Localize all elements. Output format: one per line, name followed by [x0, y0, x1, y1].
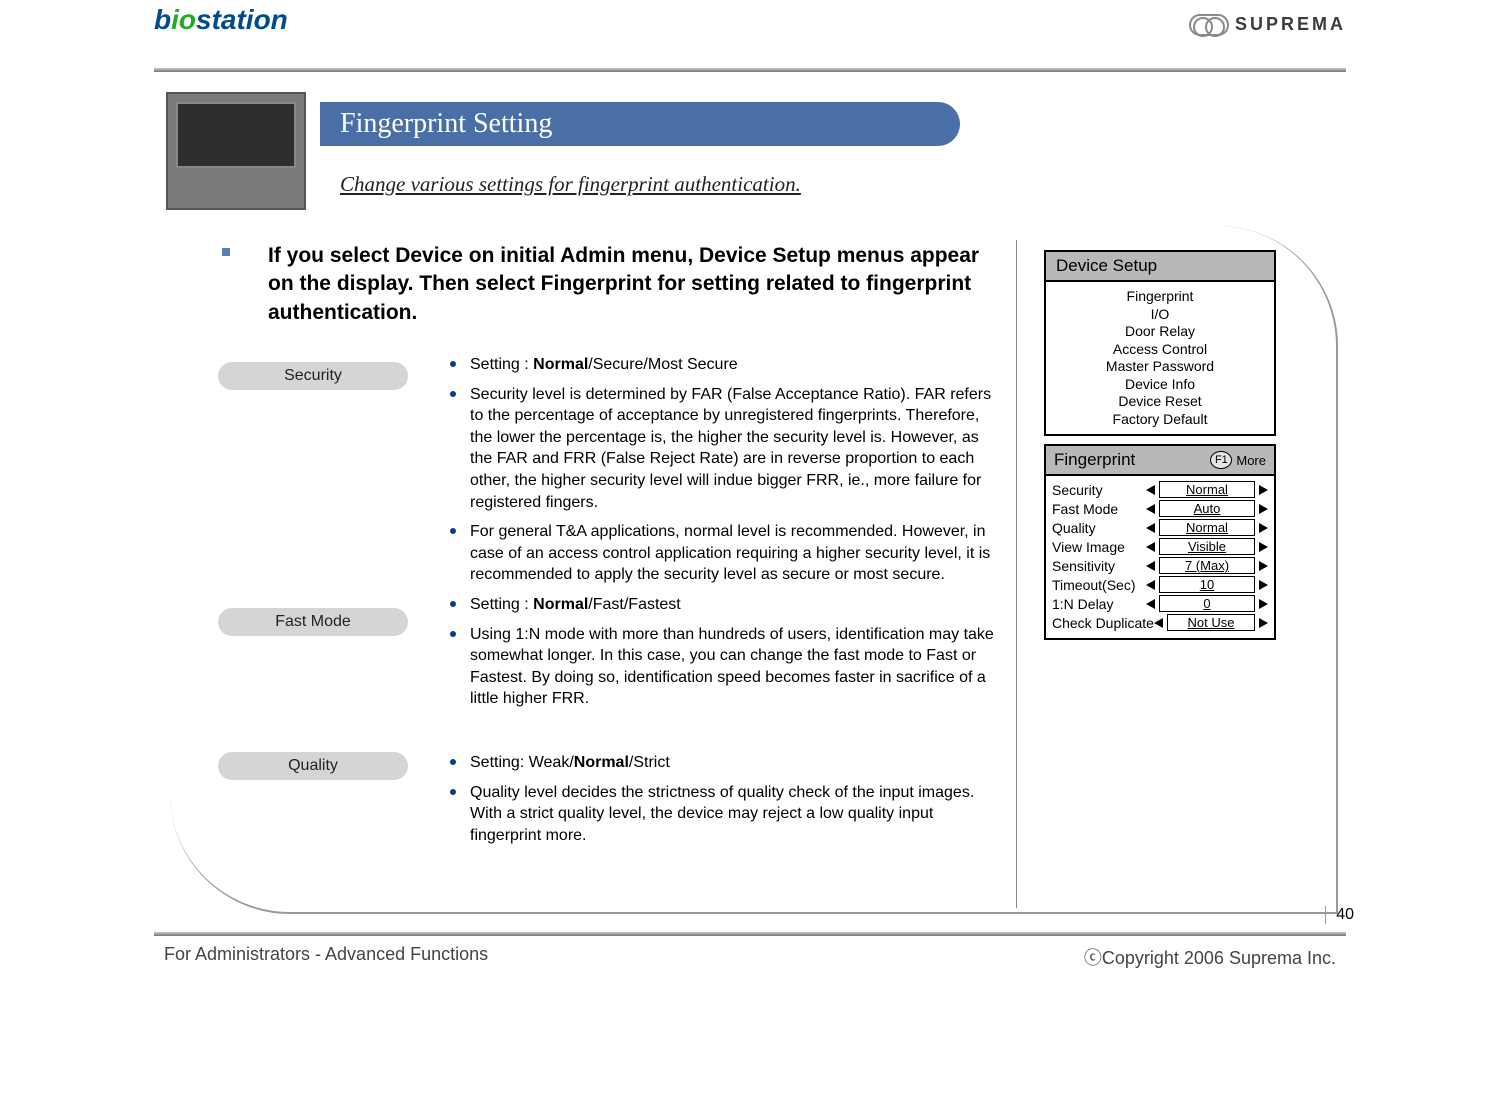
device-setup-list: Fingerprint I/O Door Relay Access Contro… [1046, 282, 1274, 434]
fingerprint-row: 1:N Delay 0 [1052, 594, 1268, 613]
device-setup-item[interactable]: Device Info [1046, 376, 1274, 394]
device-setup-item[interactable]: Door Relay [1046, 323, 1274, 341]
row-value[interactable]: Visible [1159, 538, 1255, 555]
left-arrow-icon[interactable] [1146, 580, 1155, 590]
fingerprint-row: Timeout(Sec) 10 [1052, 575, 1268, 594]
row-label: Security [1052, 482, 1146, 498]
footer-right: ⓒCopyright 2006 Suprema Inc. [1084, 944, 1336, 970]
security-desc-2: For general T&A applications, normal lev… [470, 521, 1004, 586]
fingerprint-row: Sensitivity 7 (Max) [1052, 556, 1268, 575]
more-button[interactable]: F1 More [1210, 451, 1266, 469]
right-arrow-icon[interactable] [1259, 485, 1268, 495]
right-arrow-icon[interactable] [1259, 580, 1268, 590]
pill-quality: Quality [218, 752, 408, 780]
footer-divider [154, 932, 1346, 936]
f1-icon: F1 [1210, 451, 1232, 469]
lead-paragraph: If you select Device on initial Admin me… [268, 242, 988, 327]
device-setup-item[interactable]: Factory Default [1046, 411, 1274, 429]
device-setup-box: Device Setup Fingerprint I/O Door Relay … [1044, 250, 1276, 436]
left-arrow-icon[interactable] [1154, 618, 1163, 628]
page-number: 40 [1325, 906, 1354, 924]
header-divider [154, 68, 1346, 72]
right-arrow-icon[interactable] [1259, 504, 1268, 514]
row-value[interactable]: Normal [1159, 519, 1255, 536]
security-setting-line: Setting : Normal/Secure/Most Secure [470, 354, 1004, 376]
quality-desc: Quality level decides the strictness of … [470, 782, 1004, 847]
row-label: Fast Mode [1052, 501, 1146, 517]
row-label: Sensitivity [1052, 558, 1146, 574]
device-thumbnail [166, 92, 306, 210]
fastmode-desc: Using 1:N mode with more than hundreds o… [470, 624, 1004, 710]
pill-security: Security [218, 362, 408, 390]
fingerprint-row: Security Normal [1052, 480, 1268, 499]
left-arrow-icon[interactable] [1146, 523, 1155, 533]
device-setup-item[interactable]: Access Control [1046, 341, 1274, 359]
row-value[interactable]: Auto [1159, 500, 1255, 517]
right-arrow-icon[interactable] [1259, 523, 1268, 533]
row-label: Quality [1052, 520, 1146, 536]
row-label: 1:N Delay [1052, 596, 1146, 612]
section-security: Setting : Normal/Secure/Most Secure Secu… [444, 354, 1004, 594]
fingerprint-row: Quality Normal [1052, 518, 1268, 537]
left-arrow-icon[interactable] [1146, 561, 1155, 571]
pill-fast-mode: Fast Mode [218, 608, 408, 636]
row-label: Timeout(Sec) [1052, 577, 1146, 593]
device-setup-item[interactable]: Master Password [1046, 358, 1274, 376]
infinity-icon [1189, 14, 1229, 36]
quality-setting-line: Setting: Weak/Normal/Strict [470, 752, 1004, 774]
right-arrow-icon[interactable] [1259, 618, 1268, 628]
vertical-divider [1016, 240, 1017, 908]
page-subtitle: Change various settings for fingerprint … [340, 172, 801, 197]
right-arrow-icon[interactable] [1259, 561, 1268, 571]
left-arrow-icon[interactable] [1146, 504, 1155, 514]
fingerprint-title: Fingerprint [1054, 450, 1135, 470]
footer-left: For Administrators - Advanced Functions [164, 944, 488, 965]
section-quality: Setting: Weak/Normal/Strict Quality leve… [444, 752, 1004, 854]
left-arrow-icon[interactable] [1146, 542, 1155, 552]
row-value[interactable]: 7 (Max) [1159, 557, 1255, 574]
device-setup-item[interactable]: Fingerprint [1046, 288, 1274, 306]
suprema-logo: SUPREMA [1189, 14, 1346, 36]
row-value[interactable]: 0 [1159, 595, 1255, 612]
right-arrow-icon[interactable] [1259, 599, 1268, 609]
page-title: Fingerprint Setting [320, 102, 960, 146]
row-value[interactable]: 10 [1159, 576, 1255, 593]
security-desc-1: Security level is determined by FAR (Fal… [470, 384, 1004, 514]
more-label: More [1236, 453, 1266, 468]
suprema-text: SUPREMA [1235, 14, 1346, 34]
device-setup-item[interactable]: Device Reset [1046, 393, 1274, 411]
row-label: View Image [1052, 539, 1146, 555]
biostation-logo: biostation [154, 4, 288, 35]
row-label: Check Duplicate [1052, 615, 1154, 631]
row-value[interactable]: Not Use [1167, 614, 1255, 631]
row-value[interactable]: Normal [1159, 481, 1255, 498]
fingerprint-row: Check Duplicate Not Use [1052, 613, 1268, 632]
left-arrow-icon[interactable] [1146, 485, 1155, 495]
fingerprint-row: View Image Visible [1052, 537, 1268, 556]
fastmode-setting-line: Setting : Normal/Fast/Fastest [470, 594, 1004, 616]
right-arrow-icon[interactable] [1259, 542, 1268, 552]
lead-bullet-icon [222, 248, 230, 256]
fingerprint-row: Fast Mode Auto [1052, 499, 1268, 518]
section-fast-mode: Setting : Normal/Fast/Fastest Using 1:N … [444, 594, 1004, 718]
device-setup-item[interactable]: I/O [1046, 306, 1274, 324]
left-arrow-icon[interactable] [1146, 599, 1155, 609]
device-setup-title: Device Setup [1046, 252, 1274, 282]
fingerprint-box: Fingerprint F1 More SecurityNormalFast M… [1044, 444, 1276, 640]
